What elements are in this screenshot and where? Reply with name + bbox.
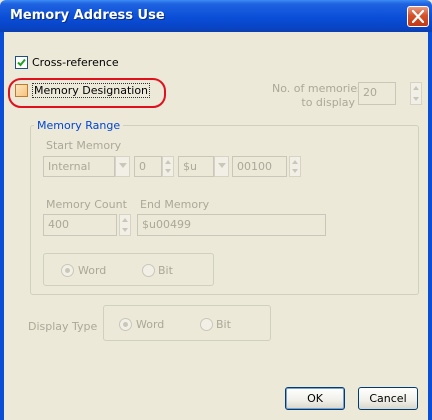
prefix-dropdown-button[interactable] — [214, 156, 229, 177]
memory-count-label: Memory Count — [46, 198, 127, 211]
memories-display-label-2: to display — [301, 96, 355, 109]
prefix-select[interactable]: $u — [178, 156, 214, 177]
spin-down-icon — [292, 169, 298, 173]
display-bit-label[interactable]: Bit — [216, 318, 231, 331]
window-frame-right — [428, 32, 432, 420]
cancel-button[interactable]: Cancel — [358, 387, 418, 410]
spin-down-icon — [122, 228, 128, 232]
number-input[interactable]: 0 — [134, 156, 162, 177]
chevron-down-icon — [218, 163, 226, 168]
end-memory-label: End Memory — [140, 198, 210, 211]
spin-up-icon — [413, 86, 419, 90]
spin-up-icon — [165, 160, 171, 164]
spin-up-icon — [292, 160, 298, 164]
spin-up-icon — [122, 218, 128, 222]
address-spinner[interactable] — [289, 156, 301, 177]
memory-count-value: 400 — [48, 218, 69, 231]
range-bit-radio[interactable] — [142, 264, 155, 277]
memories-display-input[interactable]: 20 — [358, 82, 396, 105]
cross-reference-label[interactable]: Cross-reference — [32, 56, 119, 69]
end-memory-value: $u00499 — [142, 218, 191, 231]
window-title: Memory Address Use — [10, 8, 165, 23]
display-word-label[interactable]: Word — [136, 318, 164, 331]
memory-designation-label[interactable]: Memory Designation — [32, 83, 151, 98]
memories-display-spinner[interactable] — [410, 82, 422, 105]
memory-count-input[interactable]: 400 — [43, 214, 117, 236]
range-bit-label[interactable]: Bit — [158, 264, 173, 277]
memories-display-label-1: No. of memories — [272, 82, 363, 95]
ok-button[interactable]: OK — [285, 387, 345, 410]
address-input[interactable]: 00100 — [232, 156, 287, 177]
spin-down-icon — [165, 169, 171, 173]
prefix-value: $u — [183, 160, 197, 173]
memory-designation-checkbox[interactable] — [15, 84, 28, 97]
checkmark-icon — [17, 58, 26, 67]
window-frame-left — [0, 32, 4, 420]
number-spinner[interactable] — [162, 156, 174, 177]
area-select-value: Internal — [48, 160, 91, 173]
start-memory-label: Start Memory — [46, 139, 122, 152]
close-button[interactable] — [407, 6, 429, 27]
end-memory-field: $u00499 — [137, 214, 326, 236]
number-value: 0 — [139, 160, 146, 173]
area-select[interactable]: Internal — [43, 156, 115, 177]
area-dropdown-button[interactable] — [115, 156, 130, 177]
spin-down-icon — [413, 97, 419, 101]
range-word-label[interactable]: Word — [78, 264, 106, 277]
cross-reference-checkbox[interactable] — [15, 56, 28, 69]
memory-count-spinner[interactable] — [119, 214, 131, 236]
close-icon — [412, 10, 424, 23]
address-value: 00100 — [237, 160, 272, 173]
display-bit-radio[interactable] — [200, 318, 213, 331]
memories-display-value: 20 — [363, 86, 377, 99]
display-word-radio[interactable] — [119, 318, 132, 331]
chevron-down-icon — [119, 163, 127, 168]
display-type-label: Display Type — [28, 320, 98, 333]
memory-range-title: Memory Range — [34, 119, 124, 132]
range-word-radio[interactable] — [61, 264, 74, 277]
